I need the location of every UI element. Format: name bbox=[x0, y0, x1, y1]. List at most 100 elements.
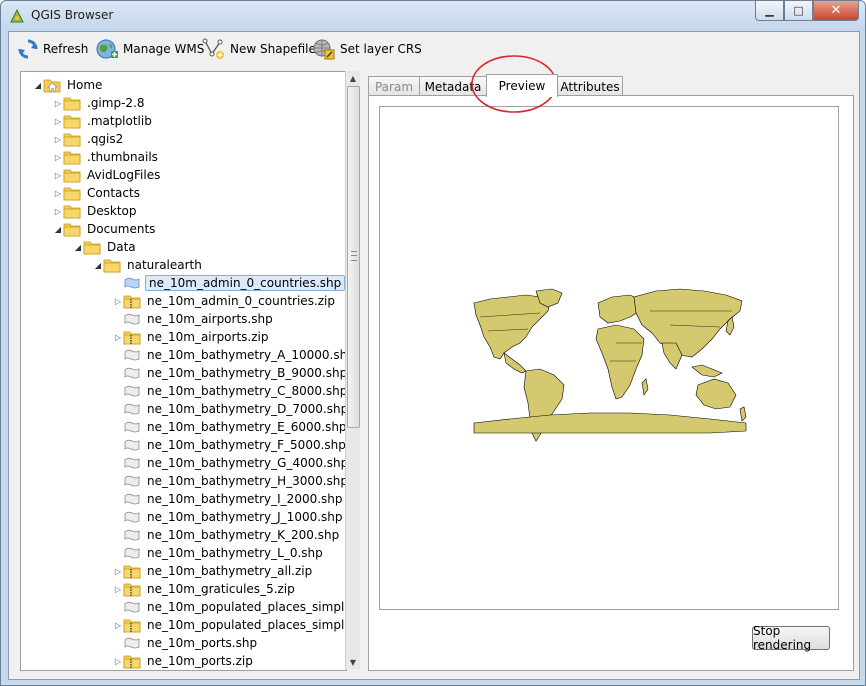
new-shapefile-button[interactable]: New Shapefile bbox=[202, 37, 316, 61]
polygon-layer-icon bbox=[123, 419, 141, 435]
qgis-logo-icon bbox=[10, 8, 24, 23]
tree-item-label: .qgis2 bbox=[87, 132, 124, 146]
tree-item[interactable]: ▷ Contacts bbox=[53, 184, 142, 202]
tree-item-label: Home bbox=[67, 78, 103, 92]
expand-arrow-icon[interactable]: ◢ bbox=[33, 76, 43, 94]
tree-item[interactable]: ◢ Home bbox=[33, 76, 104, 94]
tree-item[interactable]: ne_10m_bathymetry_J_1000.shp bbox=[113, 508, 345, 526]
file-tree[interactable]: ◢ Home ▷ .gimp-2.8 ▷ .matplotlib ▷ .qgis2 ▷ .thum… bbox=[20, 71, 347, 671]
tree-item[interactable]: ne_10m_ports.shp bbox=[113, 634, 259, 652]
toolbar: Refresh Manage WMS New Shapefile Set lay… bbox=[9, 32, 859, 66]
tree-item-label: ne_10m_bathymetry_B_9000.shp bbox=[147, 366, 347, 380]
collapse-arrow-icon[interactable]: ▷ bbox=[53, 130, 63, 148]
scroll-up-arrow-icon[interactable]: ▲ bbox=[346, 71, 360, 85]
tree-item[interactable]: ▷ Desktop bbox=[53, 202, 139, 220]
tree-item[interactable]: ▷ .qgis2 bbox=[53, 130, 125, 148]
stop-rendering-button[interactable]: Stop rendering bbox=[752, 624, 830, 652]
polygon-layer-icon bbox=[123, 455, 141, 471]
collapse-arrow-icon[interactable]: ▷ bbox=[113, 616, 123, 634]
tree-item[interactable]: ne_10m_bathymetry_C_8000.shp bbox=[113, 382, 346, 400]
polygon-layer-icon bbox=[123, 473, 141, 489]
collapse-arrow-icon[interactable]: ▷ bbox=[53, 112, 63, 130]
tree-item[interactable]: ▷ AvidLogFiles bbox=[53, 166, 162, 184]
set-layer-crs-button[interactable]: Set layer CRS bbox=[312, 37, 422, 61]
collapse-arrow-icon[interactable]: ▷ bbox=[53, 148, 63, 166]
collapse-arrow-icon[interactable]: ▷ bbox=[53, 94, 63, 112]
zip-folder-icon bbox=[123, 563, 141, 579]
refresh-button[interactable]: Refresh bbox=[17, 37, 88, 61]
tree-item[interactable]: ◢ Documents bbox=[53, 220, 157, 238]
australia-shape bbox=[695, 378, 737, 410]
tree-item[interactable]: ◢ Data bbox=[73, 238, 138, 256]
polygon-layer-icon bbox=[123, 347, 141, 363]
tree-item[interactable]: ▷ ne_10m_populated_places_simple.zip bbox=[113, 616, 346, 634]
collapse-arrow-icon[interactable]: ▷ bbox=[113, 328, 123, 346]
set-layer-crs-label: Set layer CRS bbox=[340, 42, 422, 56]
tree-item[interactable]: ne_10m_bathymetry_K_200.shp bbox=[113, 526, 341, 544]
tree-item[interactable]: ne_10m_populated_places_simple.s... bbox=[113, 598, 346, 616]
antarctica-shape bbox=[473, 412, 747, 434]
tree-item[interactable]: ▷ ne_10m_graticules_5.zip bbox=[113, 580, 297, 598]
tree-item[interactable]: ne_10m_admin_0_countries.shp bbox=[113, 274, 346, 292]
tree-item-label: .thumbnails bbox=[87, 150, 158, 164]
tab-preview[interactable]: Preview bbox=[486, 74, 558, 97]
close-button[interactable]: ✕ bbox=[813, 1, 859, 21]
tab-attributes[interactable]: Attributes bbox=[557, 76, 623, 96]
tree-item[interactable]: ▷ ne_10m_airports.zip bbox=[113, 328, 270, 346]
tree-item-label: Contacts bbox=[87, 186, 140, 200]
tree-item[interactable]: ne_10m_airports.shp bbox=[113, 310, 275, 328]
tree-item[interactable]: ne_10m_bathymetry_L_0.shp bbox=[113, 544, 325, 562]
tree-item-label: ne_10m_ports.zip bbox=[147, 654, 253, 668]
collapse-arrow-icon[interactable]: ▷ bbox=[53, 166, 63, 184]
manage-wms-button[interactable]: Manage WMS bbox=[95, 37, 204, 61]
tree-item[interactable]: ne_10m_bathymetry_F_5000.shp bbox=[113, 436, 346, 454]
tree-item[interactable]: ne_10m_bathymetry_A_10000.shp bbox=[113, 346, 346, 364]
new-shapefile-icon bbox=[202, 38, 224, 59]
scroll-thumb[interactable] bbox=[347, 86, 360, 428]
tree-item[interactable]: ▷ .gimp-2.8 bbox=[53, 94, 147, 112]
tree-item-label: ne_10m_admin_0_countries.shp bbox=[145, 275, 346, 291]
tree-item[interactable]: ◢ naturalearth bbox=[93, 256, 204, 274]
title-bar[interactable]: QGIS Browser ▁ □ ✕ bbox=[1, 1, 865, 31]
tree-item[interactable]: ne_10m_bathymetry_B_9000.shp bbox=[113, 364, 347, 382]
tree-item[interactable]: ne_10m_bathymetry_H_3000.shp bbox=[113, 472, 346, 490]
minimize-icon: ▁ bbox=[765, 4, 774, 17]
tree-item[interactable]: ne_10m_bathymetry_E_6000.shp bbox=[113, 418, 347, 436]
polygon-layer-icon bbox=[123, 527, 141, 543]
window-controls: ▁ □ ✕ bbox=[755, 1, 859, 21]
tree-item[interactable]: ▷ ne_10m_bathymetry_all.zip bbox=[113, 562, 314, 580]
tree-item[interactable]: ▷ .matplotlib bbox=[53, 112, 154, 130]
polygon-layer-icon bbox=[123, 509, 141, 525]
scroll-down-arrow-icon[interactable]: ▼ bbox=[346, 655, 360, 669]
tree-item-label: .gimp-2.8 bbox=[87, 96, 145, 110]
tree-item-label: ne_10m_bathymetry_E_6000.shp bbox=[147, 420, 347, 434]
polygon-layer-icon bbox=[123, 545, 141, 561]
expand-arrow-icon[interactable]: ◢ bbox=[53, 220, 63, 238]
maximize-button[interactable]: □ bbox=[784, 1, 813, 21]
tree-scrollbar[interactable]: ▲ ▼ bbox=[345, 71, 360, 669]
collapse-arrow-icon[interactable]: ▷ bbox=[113, 562, 123, 580]
tree-item[interactable]: ne_10m_bathymetry_G_4000.shp bbox=[113, 454, 346, 472]
tree-item[interactable]: ▷ ne_10m_admin_0_countries.zip bbox=[113, 292, 337, 310]
expand-arrow-icon[interactable]: ◢ bbox=[73, 238, 83, 256]
polygon-layer-icon bbox=[123, 491, 141, 507]
map-preview-canvas[interactable] bbox=[379, 106, 839, 610]
tree-item-label: ne_10m_bathymetry_I_2000.shp bbox=[147, 492, 343, 506]
folder-icon bbox=[103, 257, 121, 273]
expand-arrow-icon[interactable]: ◢ bbox=[93, 256, 103, 274]
collapse-arrow-icon[interactable]: ▷ bbox=[113, 580, 123, 598]
tree-item[interactable]: ▷ .thumbnails bbox=[53, 148, 160, 166]
tree-item[interactable]: ne_10m_bathymetry_D_7000.shp bbox=[113, 400, 346, 418]
minimize-button[interactable]: ▁ bbox=[755, 1, 784, 21]
collapse-arrow-icon[interactable]: ▷ bbox=[113, 652, 123, 670]
collapse-arrow-icon[interactable]: ▷ bbox=[113, 292, 123, 310]
tree-item[interactable]: ▷ ne_10m_ports.zip bbox=[113, 652, 255, 670]
collapse-arrow-icon[interactable]: ▷ bbox=[53, 202, 63, 220]
collapse-arrow-icon[interactable]: ▷ bbox=[53, 184, 63, 202]
tab-param[interactable]: Param bbox=[368, 76, 420, 96]
tree-item[interactable]: ne_10m_bathymetry_I_2000.shp bbox=[113, 490, 345, 508]
manage-wms-label: Manage WMS bbox=[123, 42, 205, 56]
